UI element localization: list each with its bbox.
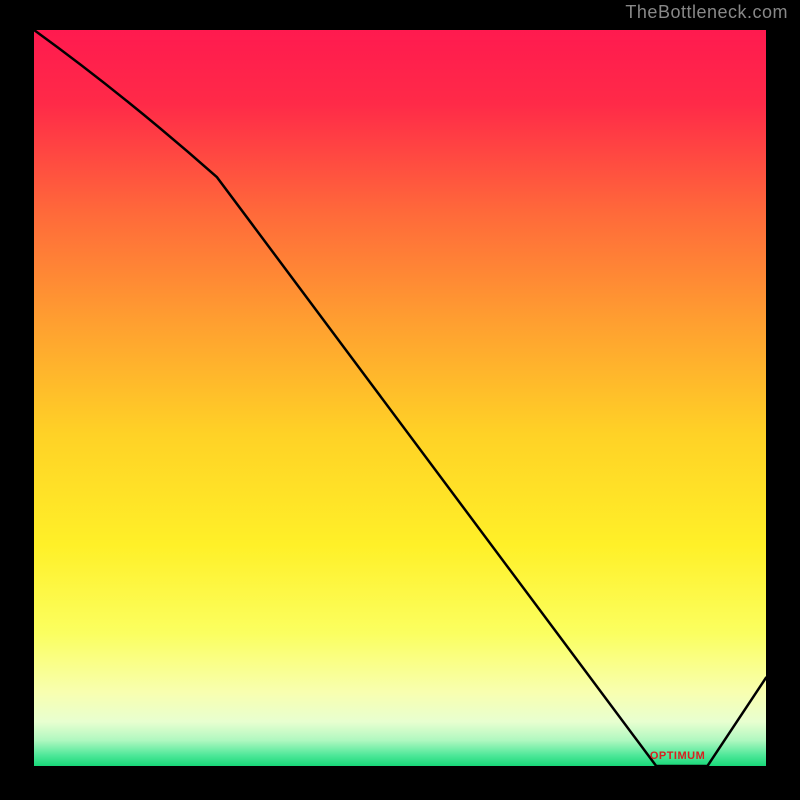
optimum-label: OPTIMUM bbox=[650, 750, 705, 762]
attribution-text: TheBottleneck.com bbox=[625, 2, 788, 23]
chart-plot-area: OPTIMUM bbox=[34, 30, 766, 766]
chart-curve bbox=[34, 30, 766, 766]
